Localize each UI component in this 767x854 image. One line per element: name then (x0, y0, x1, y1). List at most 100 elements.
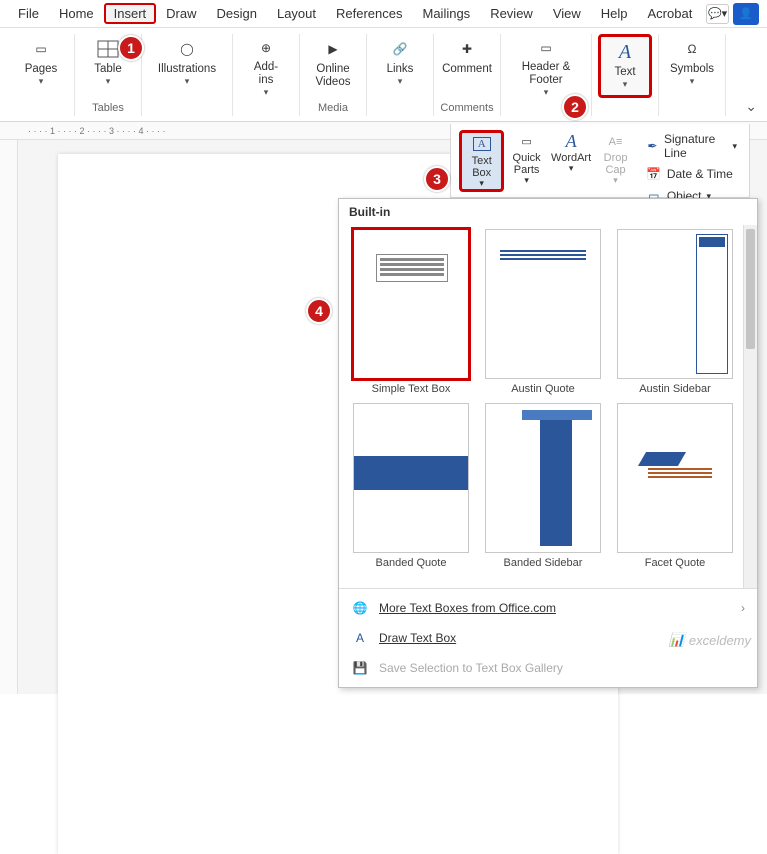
scrollbar-thumb[interactable] (746, 229, 755, 349)
more-label: More Text Boxes from Office.com (379, 601, 556, 615)
chart-icon: 📊 (669, 632, 685, 648)
menu-acrobat[interactable]: Acrobat (638, 3, 703, 24)
gallery-thumb (353, 229, 469, 379)
text-box-gallery: Built-in Simple Text Box Austin Quote Aust… (338, 198, 758, 688)
text-box-label: Text Box (472, 155, 492, 179)
group-media: ▶ Online Videos Media (300, 34, 367, 116)
menu-review[interactable]: Review (480, 3, 543, 24)
comment-button[interactable]: ✚ Comment (440, 34, 494, 98)
menu-mailings[interactable]: Mailings (413, 3, 481, 24)
gallery-item-banded-s[interactable]: Banded Sidebar (481, 403, 605, 569)
annotation-badge-2: 2 (562, 94, 588, 120)
save-to-gallery-button: 💾 Save Selection to Text Box Gallery (339, 653, 757, 683)
globe-icon: 🌐 (351, 599, 369, 617)
text-a-icon: A (611, 41, 639, 63)
chevron-down-icon: ▾ (623, 79, 628, 90)
more-text-boxes-button[interactable]: 🌐 More Text Boxes from Office.com › (339, 593, 757, 623)
drop-cap-label: Drop Cap (604, 152, 628, 176)
group-label-comments: Comments (440, 102, 493, 114)
chevron-down-icon: ▾ (524, 176, 529, 186)
group-text: A Text ▾ (592, 34, 659, 116)
draw-label: Draw Text Box (379, 631, 456, 645)
header-footer-button[interactable]: ▭ Header & Footer ▾ (507, 34, 585, 98)
chevron-down-icon: ▾ (106, 76, 111, 87)
share-button[interactable]: 👤 (733, 3, 759, 25)
wordart-button[interactable]: A WordArt ▾ (549, 130, 593, 192)
menu-help[interactable]: Help (591, 3, 638, 24)
gallery-item-banded-q[interactable]: Banded Quote (349, 403, 473, 569)
gallery-item-label: Banded Quote (376, 557, 447, 569)
menu-home[interactable]: Home (49, 3, 104, 24)
pages-button[interactable]: ▭ Pages ▾ (14, 34, 68, 98)
gallery-item-austin-q[interactable]: Austin Quote (481, 229, 605, 395)
chevron-down-icon: ▾ (185, 76, 190, 87)
ruler-vertical (0, 140, 18, 694)
ruler-marks: · · · · 1 · · · · 2 · · · · 3 · · · · 4 … (28, 126, 165, 136)
text-extras: ✒Signature Line▾ 📅Date & Time ▭Object▾ (642, 130, 741, 206)
comments-toggle-button[interactable]: 💬▾ (706, 4, 729, 24)
illustrations-button[interactable]: ◯ Illustrations ▾ (148, 34, 226, 98)
addins-icon: ⊕ (252, 38, 280, 58)
signature-icon: ✒ (646, 138, 659, 154)
gallery-item-label: Austin Quote (511, 383, 575, 395)
header-footer-label: Header & Footer (522, 61, 571, 87)
quick-parts-icon: ▭ (514, 132, 540, 152)
menu-file[interactable]: File (8, 3, 49, 24)
drop-cap-button[interactable]: A≡ Drop Cap ▾ (593, 130, 637, 192)
gallery-item-label: Simple Text Box (372, 383, 451, 395)
scrollbar[interactable] (743, 225, 757, 588)
addins-button[interactable]: ⊕ Add- ins ▾ (239, 34, 293, 98)
menu-draw[interactable]: Draw (156, 3, 206, 24)
signature-line-button[interactable]: ✒ Signature Line ▾ (642, 130, 741, 162)
links-button[interactable]: 🔗 Links ▾ (373, 34, 427, 98)
shapes-icon: ◯ (173, 38, 201, 60)
menu-layout[interactable]: Layout (267, 3, 326, 24)
gallery-thumb (617, 229, 733, 379)
omega-icon: Ω (678, 38, 706, 60)
header-icon: ▭ (532, 38, 560, 58)
online-videos-label: Online Videos (316, 63, 351, 89)
gallery-item-austin-s[interactable]: Austin Sidebar (613, 229, 737, 395)
ribbon-collapse-icon[interactable]: ⌄ (745, 98, 757, 115)
addins-label: Add- ins (254, 61, 278, 87)
chevron-down-icon: ▾ (544, 87, 549, 98)
gallery-thumb (353, 403, 469, 553)
gallery-item-simple[interactable]: Simple Text Box (349, 229, 473, 395)
comment-bubble-icon: 💬▾ (708, 7, 727, 20)
chevron-down-icon: ▾ (613, 176, 618, 186)
group-symbols: Ω Symbols ▾ (659, 34, 726, 116)
quick-parts-button[interactable]: ▭ Quick Parts ▾ (504, 130, 548, 192)
text-box-button[interactable]: A Text Box ▾ (459, 130, 504, 192)
date-time-button[interactable]: 📅Date & Time (642, 164, 741, 184)
gallery-item-facet[interactable]: Facet Quote (613, 403, 737, 569)
watermark: 📊exceldemy (669, 632, 751, 648)
video-icon: ▶ (319, 38, 347, 60)
chevron-down-icon: ▾ (398, 76, 403, 87)
group-pages: ▭ Pages ▾ (8, 34, 75, 116)
chevron-right-icon: › (741, 601, 745, 615)
comment-label: Comment (442, 63, 492, 76)
save-label: Save Selection to Text Box Gallery (379, 661, 563, 675)
menu-references[interactable]: References (326, 3, 412, 24)
group-illustrations: ◯ Illustrations ▾ (142, 34, 233, 116)
chevron-down-icon: ▾ (732, 141, 737, 152)
text-sub-ribbon: A Text Box ▾ ▭ Quick Parts ▾ A WordArt ▾… (450, 124, 750, 198)
menu-design[interactable]: Design (207, 3, 267, 24)
menu-insert[interactable]: Insert (104, 3, 157, 24)
gallery-section-label: Built-in (339, 199, 757, 225)
annotation-badge-4: 4 (306, 298, 332, 324)
new-comment-icon: ✚ (453, 38, 481, 60)
text-box-icon: A (469, 135, 495, 153)
symbols-button[interactable]: Ω Symbols ▾ (665, 34, 719, 98)
gallery-thumb (485, 403, 601, 553)
quick-parts-label: Quick Parts (513, 152, 541, 176)
gallery-thumb (617, 403, 733, 553)
text-button[interactable]: A Text ▾ (598, 34, 652, 98)
annotation-badge-3: 3 (424, 166, 450, 192)
signature-label: Signature Line (664, 132, 728, 160)
pages-label: Pages (25, 63, 58, 76)
wordart-icon: A (558, 132, 584, 152)
online-videos-button[interactable]: ▶ Online Videos (306, 34, 360, 98)
menu-view[interactable]: View (543, 3, 591, 24)
drop-cap-icon: A≡ (603, 132, 629, 152)
